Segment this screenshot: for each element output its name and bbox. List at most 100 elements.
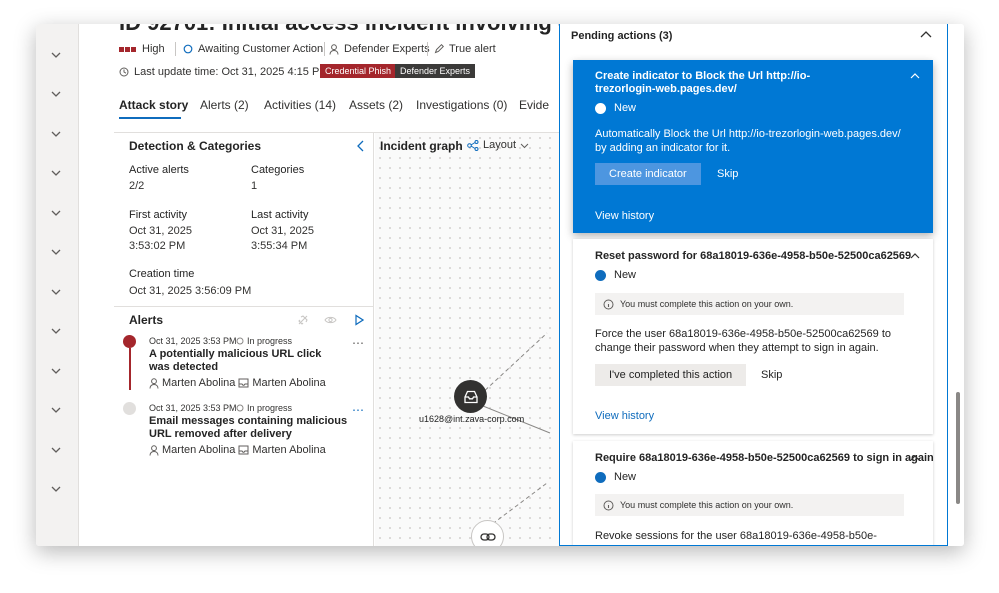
chevron-down-icon[interactable] <box>50 48 62 60</box>
alert-time: Oct 31, 2025 3:53 PM <box>149 403 237 413</box>
alert-status: In progress <box>236 336 292 346</box>
alert-users: Marten Abolina Marten Abolina <box>149 377 326 389</box>
tab-activities[interactable]: Activities (14) <box>264 98 336 112</box>
chevron-down-icon[interactable] <box>50 443 62 455</box>
status-circle-icon <box>183 44 193 54</box>
detection-title: Detection & Categories <box>129 139 262 153</box>
person-icon <box>149 377 159 389</box>
info-banner: You must complete this action on your ow… <box>595 293 904 315</box>
skip-button[interactable]: Skip <box>703 163 752 185</box>
alert-severity-dot <box>123 335 136 348</box>
chevron-up-icon[interactable] <box>910 252 920 260</box>
chevron-down-icon[interactable] <box>50 127 62 139</box>
eye-icon[interactable] <box>324 315 337 325</box>
url-node[interactable] <box>471 520 504 546</box>
tab-attack-story[interactable]: Attack story <box>119 98 188 112</box>
more-options-icon[interactable]: ⋯ <box>352 336 365 350</box>
chevron-down-icon[interactable] <box>50 285 62 297</box>
active-tab-indicator <box>119 117 181 119</box>
classification: True alert <box>434 43 496 55</box>
assigned-to: Defender Experts <box>329 43 430 55</box>
action-description: Force the user 68a18019-636e-4958-b50e-5… <box>595 328 892 354</box>
clock-icon <box>119 67 129 77</box>
action-description: Revoke sessions for the user 68a18019-63… <box>595 530 881 545</box>
view-history-link[interactable]: View history <box>595 410 654 422</box>
info-icon <box>603 299 614 309</box>
first-activity-value: Oct 31, 2025 3:53:02 PM <box>129 225 192 252</box>
view-history-link[interactable]: View history <box>595 210 654 222</box>
alert-title-link[interactable]: A potentially malicious URL click was de… <box>149 348 329 374</box>
play-icon[interactable] <box>354 314 364 326</box>
action-status: New <box>595 102 636 114</box>
chevron-down-icon[interactable] <box>50 245 62 257</box>
chevron-down-icon[interactable] <box>50 166 62 178</box>
assigned-label: Defender Experts <box>344 43 430 55</box>
graph-edges <box>479 332 551 529</box>
pencil-icon <box>434 44 444 54</box>
action-title: Reset password for 68a18019-636e-4958-b5… <box>595 250 912 262</box>
last-update: Last update time: Oct 31, 2025 4:15 PM <box>119 66 328 78</box>
chevron-down-icon[interactable] <box>50 482 62 494</box>
alert-time: Oct 31, 2025 3:53 PM <box>149 336 237 346</box>
tab-assets[interactable]: Assets (2) <box>349 98 403 112</box>
collapse-left-icon[interactable] <box>356 140 365 152</box>
scrollbar-thumb[interactable] <box>956 392 960 504</box>
classification-label: True alert <box>449 43 496 55</box>
tag-credential-phish[interactable]: Credential Phish <box>320 64 397 78</box>
status-circle-icon <box>236 337 244 345</box>
action-title: Create indicator to Block the Url http:/… <box>595 70 811 95</box>
incident-graph-canvas[interactable]: Incident graph Layout u1628@int.zava-cor… <box>375 133 559 546</box>
status-dot-icon <box>595 269 606 281</box>
action-card-create-indicator: Create indicator to Block the Url http:/… <box>573 60 933 233</box>
info-icon <box>603 500 614 510</box>
tab-alerts[interactable]: Alerts (2) <box>200 98 249 112</box>
chevron-down-icon[interactable] <box>50 206 62 218</box>
alerts-title: Alerts <box>129 313 164 327</box>
tag-defender-experts[interactable]: Defender Experts <box>395 64 476 78</box>
active-alerts-value: 2/2 <box>129 180 145 192</box>
mailbox-icon <box>238 445 249 455</box>
alert-users: Marten Abolina Marten Abolina <box>149 444 326 456</box>
link-icon <box>479 532 496 541</box>
status-dot-icon <box>595 471 606 483</box>
tab-evidence[interactable]: Evide <box>519 98 549 112</box>
status-circle-icon <box>236 404 244 412</box>
panel-header: Pending actions (3) <box>571 30 673 42</box>
incident-main: ID 92701: Initial access incident involv… <box>79 24 559 546</box>
tab-investigations[interactable]: Investigations (0) <box>416 98 507 112</box>
pending-actions-panel: Pending actions (3) Create indicator to … <box>559 24 948 546</box>
detection-panel: Detection & Categories Active alerts 2/2… <box>114 133 374 546</box>
categories-value: 1 <box>251 180 258 192</box>
chevron-down-icon[interactable] <box>50 364 62 376</box>
action-card-reset-password: Reset password for 68a18019-636e-4958-b5… <box>573 239 933 434</box>
create-indicator-button[interactable]: Create indicator <box>595 163 701 185</box>
app-window: ID 92701: Initial access incident involv… <box>36 24 964 546</box>
active-alerts-label: Active alerts <box>129 164 189 176</box>
severity-icon <box>119 43 137 55</box>
link-off-icon[interactable] <box>297 314 309 326</box>
chevron-up-icon[interactable] <box>910 454 920 462</box>
chevron-up-icon[interactable] <box>920 30 932 40</box>
alert-title-link[interactable]: Email messages containing malicious URL … <box>149 415 354 441</box>
info-banner: You must complete this action on your ow… <box>595 494 904 516</box>
first-activity-label: First activity <box>129 209 188 221</box>
completed-action-button[interactable]: I've completed this action <box>595 364 747 386</box>
chevron-down-icon[interactable] <box>50 87 62 99</box>
skip-button[interactable]: Skip <box>747 364 796 386</box>
page-title: ID 92701: Initial access incident involv… <box>119 24 559 36</box>
chevron-down-icon[interactable] <box>50 403 62 415</box>
person-icon <box>149 444 159 456</box>
chevron-down-icon[interactable] <box>50 324 62 336</box>
action-card-require-signin: Require 68a18019-636e-4958-b50e-52500ca6… <box>573 441 934 545</box>
mailbox-node[interactable] <box>454 380 487 413</box>
alert-status: In progress <box>236 403 292 413</box>
status-radio-icon <box>595 102 606 114</box>
node-label: u1628@int.zava-corp.com <box>419 414 525 424</box>
status-label: Awaiting Customer Action <box>198 43 324 55</box>
action-status: New <box>595 471 636 483</box>
severity-indicator: High <box>119 43 165 55</box>
chevron-up-icon[interactable] <box>910 72 920 80</box>
left-rail <box>36 24 79 546</box>
alert-severity-dot <box>123 402 136 415</box>
person-icon <box>329 43 339 55</box>
